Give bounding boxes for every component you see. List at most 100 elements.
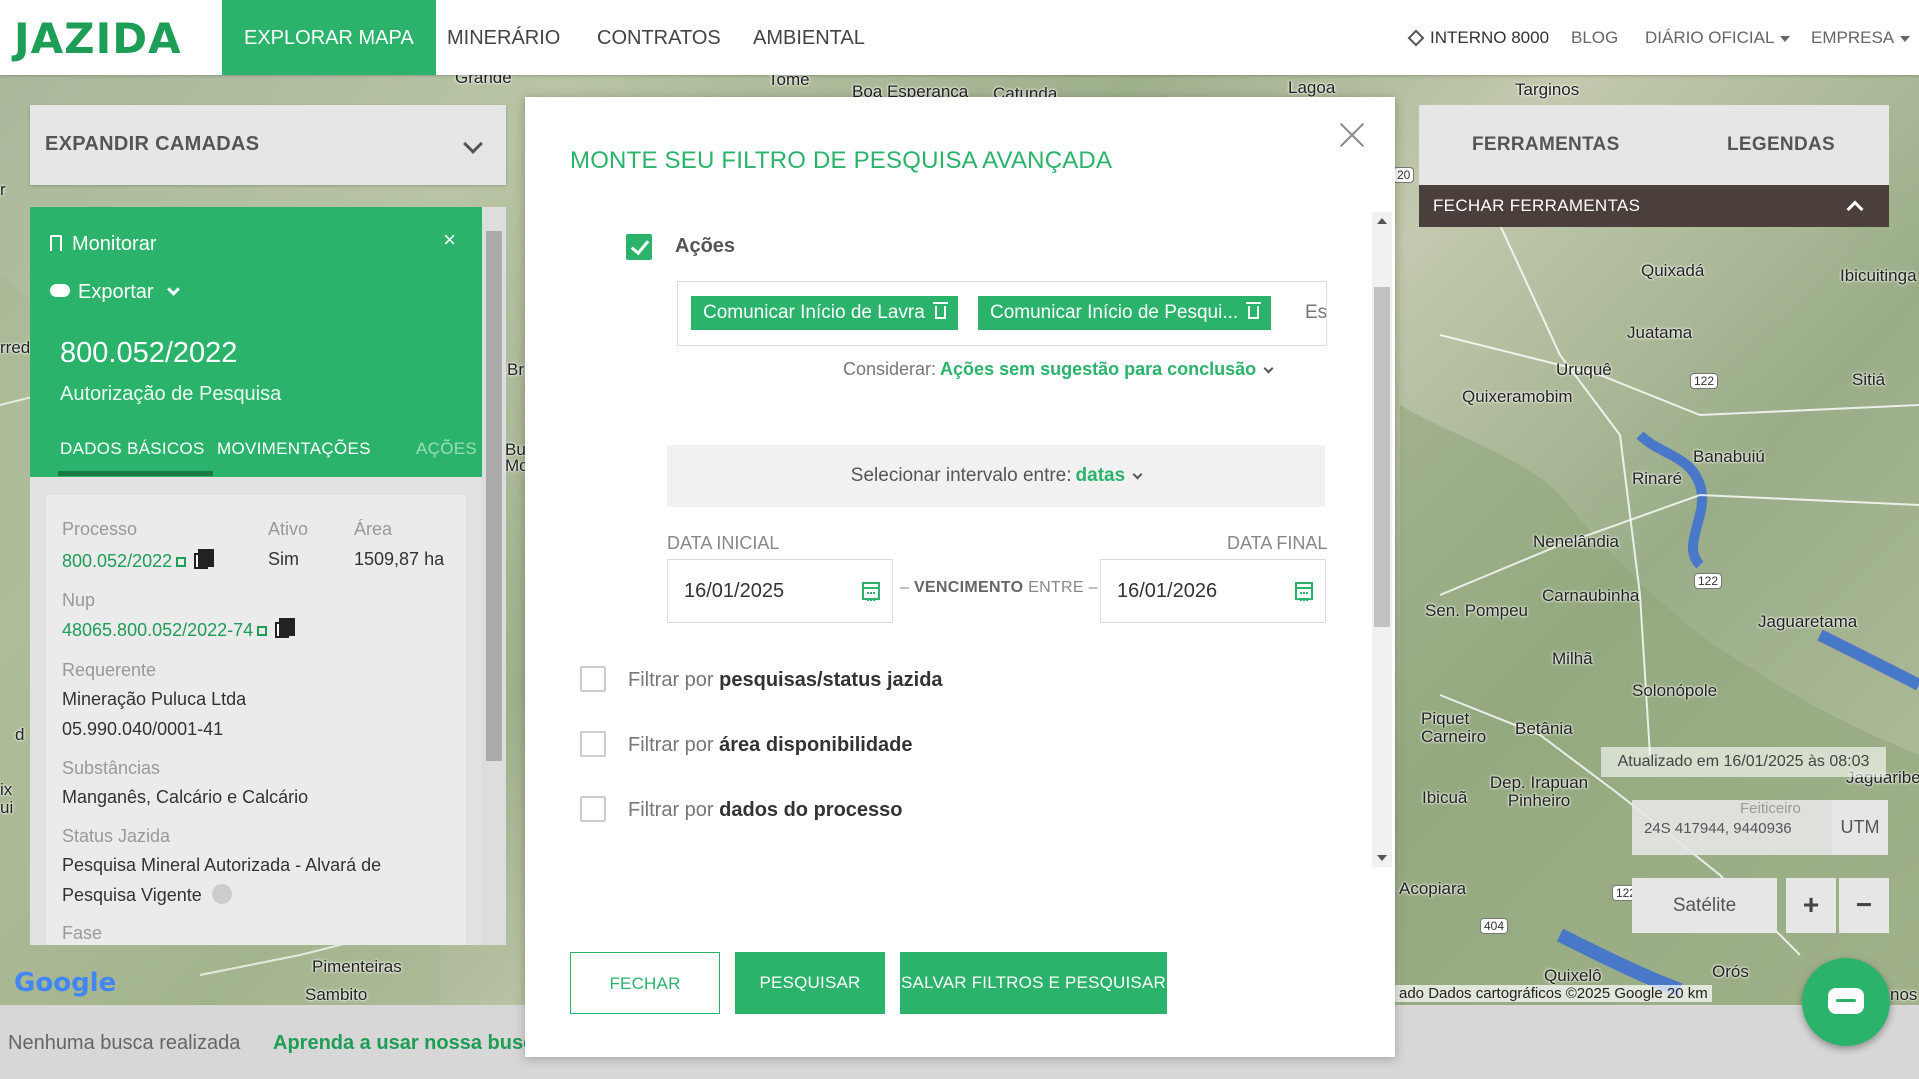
nav-ambiental[interactable]: AMBIENTAL: [731, 0, 887, 75]
map-label: Grande: [455, 75, 512, 87]
export-button[interactable]: Exportar: [50, 281, 181, 304]
save-and-search-button[interactable]: SALVAR FILTROS E PESQUISAR: [900, 952, 1167, 1014]
nav-interno[interactable]: INTERNO 8000: [1407, 0, 1549, 75]
filter-checkbox[interactable]: [580, 666, 606, 692]
close-tools-bar[interactable]: FECHAR FERRAMENTAS: [1419, 185, 1889, 227]
date-end-input[interactable]: 16/01/2026: [1100, 559, 1326, 623]
map-label: Solonópole: [1632, 681, 1718, 700]
map-label: Piquet Carneiro: [1421, 709, 1487, 746]
copy-icon[interactable]: [194, 549, 215, 569]
vencimento-label: – VENCIMENTO ENTRE –: [900, 579, 1098, 596]
expand-layers-label: EXPANDIR CAMADAS: [45, 133, 260, 155]
close-icon[interactable]: [1337, 119, 1367, 149]
field-label: Requerente: [62, 660, 157, 680]
chevron-up-icon: [1846, 200, 1864, 218]
acoes-checkbox[interactable]: [626, 234, 652, 260]
filter-checkbox[interactable]: [580, 796, 606, 822]
tag-label: Comunicar Início de Lavra: [703, 302, 925, 323]
considerar-label: Considerar:: [843, 359, 937, 379]
calendar-icon[interactable]: [1295, 582, 1313, 601]
zoom-in-button[interactable]: +: [1786, 878, 1836, 933]
interval-selector[interactable]: Selecionar intervalo entre: datas: [667, 445, 1325, 507]
nav-empresa[interactable]: EMPRESA: [1811, 0, 1911, 75]
field-label: Fase: [62, 923, 103, 943]
modal-scrollbar[interactable]: [1372, 212, 1392, 867]
map-label: Sambito: [305, 985, 368, 1004]
external-link-icon: [176, 557, 187, 567]
filter-checkbox[interactable]: [580, 731, 606, 757]
utm-toggle[interactable]: UTM: [1832, 800, 1888, 855]
area-value: 1509,87 ha: [354, 549, 445, 569]
scroll-up-icon[interactable]: [1377, 218, 1387, 224]
chat-button[interactable]: [1802, 958, 1890, 1046]
tab-movimentacoes[interactable]: MOVIMENTAÇÕES: [217, 439, 371, 459]
field-label: Status Jazida: [62, 826, 171, 846]
tab-dados-basicos[interactable]: DADOS BÁSICOS: [58, 439, 213, 476]
map-label: Ibicuitinga: [1840, 266, 1917, 285]
chevron-down-icon: [167, 283, 181, 296]
acoes-tags-input[interactable]: Comunicar Início de Lavra Comunicar Iníc…: [677, 281, 1327, 346]
nup-value: 48065.800.052/2022-74: [62, 620, 254, 640]
chevron-down-icon: [1900, 35, 1911, 42]
processo-link[interactable]: 800.052/2022: [62, 549, 215, 572]
map-label: r: [0, 180, 6, 199]
scroll-down-icon[interactable]: [1377, 855, 1387, 861]
tab-ferramentas[interactable]: FERRAMENTAS: [1472, 134, 1620, 156]
status-value-line2: Pesquisa Vigente: [62, 885, 202, 905]
nav-diario-oficial[interactable]: DIÁRIO OFICIAL: [1645, 0, 1791, 75]
map-label: Lagoa: [1288, 78, 1336, 97]
nav-explorar-mapa[interactable]: EXPLORAR MAPA: [222, 0, 436, 75]
map-label: Bur Mo: [505, 440, 532, 475]
map-label: Uruquê: [1556, 360, 1612, 379]
considerar-value: Ações sem sugestão para conclusão: [940, 359, 1257, 379]
coordinates-value: 24S 417944, 9440936: [1644, 820, 1792, 837]
process-header: Monitorar × Exportar 800.052/2022 Autori…: [30, 207, 482, 477]
considerar-dropdown[interactable]: Considerar: Ações sem sugestão para concl…: [843, 359, 1274, 380]
map-label: Br: [507, 360, 524, 379]
tab-acoes[interactable]: AÇÕES: [416, 439, 477, 459]
copy-icon[interactable]: [275, 618, 296, 638]
search-button[interactable]: PESQUISAR: [735, 952, 885, 1014]
ativo-value: Sim: [268, 549, 299, 569]
help-icon[interactable]: [211, 884, 232, 904]
map-label: ix: [0, 780, 13, 799]
trash-icon[interactable]: [1246, 302, 1262, 319]
field-label: Área: [354, 519, 393, 539]
status-value-cont: Pesquisa Vigente: [62, 880, 232, 910]
field-label: Processo: [62, 519, 138, 539]
tag-chip: Comunicar Início de Pesqui...: [978, 296, 1272, 330]
nav-contratos[interactable]: CONTRATOS: [575, 0, 743, 75]
close-icon[interactable]: ×: [443, 227, 456, 253]
map-label: Quixadá: [1641, 261, 1705, 280]
road-badge: 404: [1480, 918, 1509, 934]
map-label: Juatama: [1627, 323, 1693, 342]
learn-search-link[interactable]: Aprenda a usar nossa busca: [273, 1032, 545, 1055]
map-label: Betânia: [1515, 719, 1573, 738]
scrollbar-thumb[interactable]: [1374, 287, 1390, 627]
nav-minerario[interactable]: MINERÁRIO: [425, 0, 582, 75]
interval-label: Selecionar intervalo entre:: [850, 465, 1072, 486]
last-updated: Atualizado em 16/01/2025 às 08:03: [1601, 747, 1886, 777]
map-label: Nenelândia: [1533, 532, 1620, 551]
close-button[interactable]: FECHAR: [570, 952, 720, 1014]
panel-scrollbar[interactable]: [482, 207, 506, 945]
interval-value: datas: [1075, 465, 1126, 486]
zoom-out-button[interactable]: −: [1839, 878, 1889, 933]
satellite-button[interactable]: Satélite: [1632, 878, 1777, 933]
map-label: Targinos: [1515, 80, 1580, 99]
logo[interactable]: JAZIDA: [14, 14, 182, 63]
monitor-button[interactable]: Monitorar: [50, 233, 156, 256]
map-label: Rinaré: [1632, 469, 1683, 488]
coordinates-box: Feiticeiro 24S 417944, 9440936 UTM: [1632, 800, 1888, 855]
date-start-input[interactable]: 16/01/2025: [667, 559, 893, 623]
calendar-icon[interactable]: [862, 582, 880, 601]
scrollbar-thumb[interactable]: [486, 231, 502, 761]
trash-icon[interactable]: [932, 302, 948, 319]
expand-layers-bar[interactable]: EXPANDIR CAMADAS: [30, 105, 506, 185]
vencimento-rest: ENTRE: [1028, 579, 1084, 596]
nup-link[interactable]: 48065.800.052/2022-74: [62, 618, 296, 641]
map-label: Dep. Irapuan Pinheiro: [1489, 773, 1589, 810]
nav-blog[interactable]: BLOG: [1571, 0, 1618, 75]
filter-name: área disponibilidade: [719, 734, 913, 756]
tab-legendas[interactable]: LEGENDAS: [1727, 134, 1835, 156]
